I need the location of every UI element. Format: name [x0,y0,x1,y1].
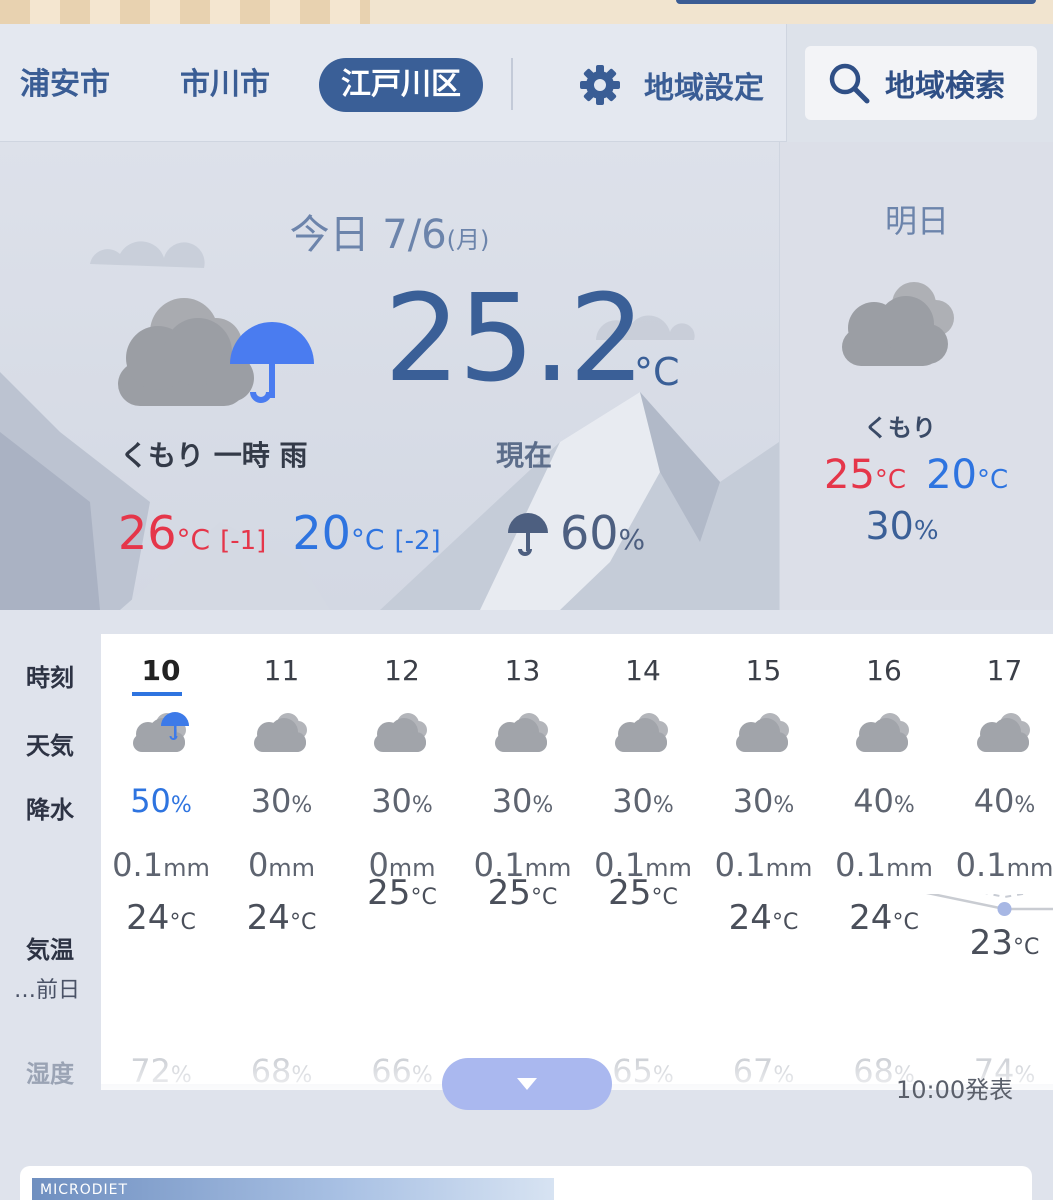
label-temp: 気温 [26,936,74,964]
precip-amount: 0.1mm [955,846,1053,884]
gear-icon [580,65,620,105]
current-label: 現在 [496,439,553,472]
umbrella-icon [508,513,548,556]
region-search-button[interactable]: 地域検索 [805,46,1037,120]
label-time: 時刻 [26,664,74,692]
today-high-diff: [-1] [220,526,267,556]
issued-time: 10:00発表 [896,1076,1014,1104]
top-decoration [0,0,1053,24]
tomorrow-rain-unit: % [913,516,939,546]
cloudy-icon [975,710,1035,758]
label-prev-day: …前日 [14,978,81,1003]
hour-label: 15 [745,654,782,687]
today-high-unit: °C [176,523,211,556]
hour-label: 17 [986,654,1023,687]
hour-label: 16 [866,654,902,687]
cloudy-icon [252,710,312,758]
hour-label: 13 [504,654,541,687]
label-precip: 降水 [26,796,74,824]
current-hour-indicator [132,692,182,696]
region-nav: 浦安市 市川市 江戸川区 地域設定 地域検索 [0,24,1053,142]
precip-amount: 0.1mm [835,846,933,884]
region-tab-edogawa[interactable]: 江戸川区 [319,58,483,112]
region-settings-button[interactable]: 地域設定 [578,58,764,112]
search-icon [829,63,870,104]
region-tab-urayasu[interactable]: 浦安市 [20,58,110,112]
hour-temperature: 24°C [126,898,196,938]
cloudy-icon [493,710,553,758]
cloudy-icon [372,710,432,758]
precip-amount: 0.1mm [112,846,210,884]
today-low-unit: °C [350,523,385,556]
hour-temperature: 23°C [969,923,1040,963]
today-high: 26 [118,506,177,560]
region-tab-ichikawa[interactable]: 市川市 [180,58,270,112]
cloudy-icon [734,710,794,758]
hour-label: 14 [625,654,661,687]
tomorrow-high-low: 25 °C 20 °C [824,452,1008,498]
hour-temperature: 24°C [728,898,799,938]
hour-label: 12 [384,654,420,687]
tomorrow-high: 25 [824,452,875,498]
today-low-diff: [-2] [394,526,441,556]
ad-banner[interactable]: MICRODIET [20,1166,1032,1200]
cloudy-icon [842,282,954,366]
today-date-heading: 今日 7/6(月) [0,202,779,260]
region-search-area: 地域検索 [786,24,1053,142]
today-date: 7/6 [382,212,447,258]
top-accent-line [676,0,1036,4]
precip-chance: 30% [371,782,433,820]
current-temperature: 25.2 [384,270,645,409]
label-weather: 天気 [26,732,74,760]
region-settings-label: 地域設定 [644,71,764,106]
region-separator [511,58,513,110]
cloud-umbrella-icon [131,710,191,758]
today-weather-text: くもり 一時 雨 [120,439,308,472]
tomorrow-low-unit: °C [976,465,1009,495]
top-pattern [0,0,370,24]
cloudy-icon [854,710,914,758]
today-rain-unit: % [618,523,646,556]
ad-brand: MICRODIET [40,1182,129,1198]
cloudy-icon [613,710,673,758]
precip-chance: 30% [612,782,674,820]
tomorrow-high-unit: °C [874,465,907,495]
hour-temperature: 25°C [367,873,437,913]
today-label: 今日 [289,212,370,258]
region-search-label: 地域検索 [885,69,1005,104]
hour-temperature: 24°C [849,898,919,938]
today-panel: 今日 7/6(月) 25.2 °C くもり 一時 雨 現在 26 °C [-1]… [0,142,779,610]
hour-label: 10 [141,654,181,687]
precip-chance: 30% [250,782,313,820]
today-rain-chance: 60 % [506,506,645,566]
tomorrow-weather-text: くもり [864,414,936,442]
hour-temperature: 25°C [487,873,558,913]
tomorrow-low: 20 [926,452,977,498]
precip-chance: 30% [732,782,795,820]
precip-chance: 50% [130,782,192,820]
label-humidity: 湿度 [26,1060,74,1088]
ad-image[interactable]: MICRODIET [32,1178,554,1200]
tomorrow-rain-chance: 30% [780,504,1053,548]
current-temperature-unit: °C [634,350,680,394]
precip-chance: 40% [853,782,915,820]
precip-amount: 0.1mm [714,846,813,884]
precip-chance: 30% [491,782,554,820]
hour-temperature: 24°C [246,898,317,938]
tomorrow-rain-value: 30 [865,504,914,548]
cloud-umbrella-icon [118,298,314,406]
hour-temperature: 25°C [608,873,678,913]
today-high-low: 26 °C [-1] 20 °C [-2] [118,506,441,566]
today-day-of-week: (月) [446,226,490,254]
today-rain-value: 60 [560,506,619,560]
hour-label: 11 [263,654,300,687]
expand-button[interactable] [442,1058,612,1110]
tomorrow-panel[interactable]: 明日 くもり 25 °C 20 °C 30% [779,142,1053,610]
hourly-row-labels: 時刻 天気 降水 気温 …前日 湿度 [0,634,101,1088]
chevron-down-icon [517,1078,537,1090]
precip-amount: 0mm [247,846,316,884]
today-low: 20 [292,506,351,560]
tomorrow-label: 明日 [884,202,949,240]
precip-chance: 40% [973,782,1036,820]
